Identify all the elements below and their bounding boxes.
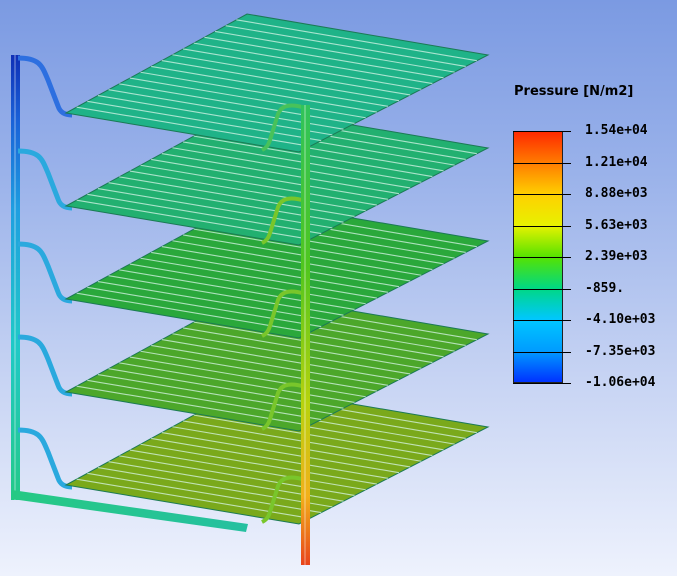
legend-label: 2.39e+03: [585, 249, 648, 264]
outlet-manifold-highlight: [14, 55, 16, 500]
legend-label: 1.21e+04: [585, 154, 648, 170]
legend-tick: [513, 162, 571, 164]
legend-tick: [513, 320, 571, 321]
legend-tick: [513, 225, 571, 227]
outlet-connector-pipe: [17, 241, 73, 304]
legend-label: 1.54e+04: [585, 123, 648, 138]
legend-tick: [513, 383, 571, 384]
legend-label: -7.35e+03: [585, 343, 656, 359]
legend-tick: [513, 288, 571, 290]
plate-assembly: [17, 13, 490, 153]
outlet-connector-pipe: [17, 148, 73, 211]
inlet-manifold-highlight: [304, 105, 306, 565]
outlet-connector-pipe: [17, 55, 73, 118]
legend-title: Pressure [N/m2]: [514, 84, 634, 99]
legend-label: -1.06e+04: [585, 375, 656, 390]
legend-tick: [513, 257, 571, 258]
legend-tick: [513, 351, 571, 353]
legend-label: -4.10e+03: [585, 312, 656, 327]
legend-label: 8.88e+03: [585, 186, 648, 201]
outlet-connector-pipe: [17, 427, 73, 490]
legend-label: -859.: [585, 280, 625, 296]
legend-tick: [513, 131, 571, 132]
legend-label: 5.63e+03: [585, 217, 648, 233]
legend-tick: [513, 194, 571, 195]
pressure-legend: Pressure [N/m2] 1.54e+04 1.21e+04 8.88e+03…: [505, 78, 670, 398]
outlet-connector-pipe: [17, 334, 73, 397]
